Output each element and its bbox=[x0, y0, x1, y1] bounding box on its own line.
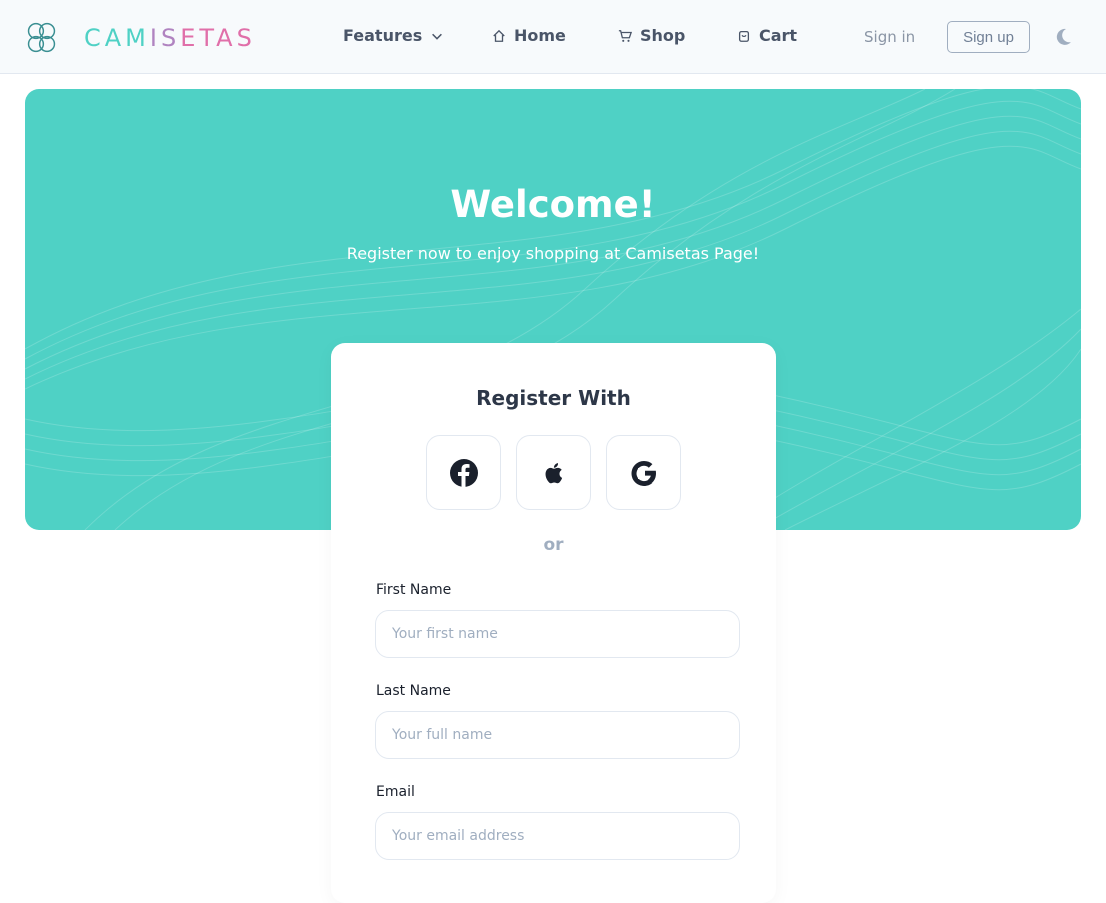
nav-cart[interactable]: Cart bbox=[737, 26, 797, 45]
register-title: Register With bbox=[476, 386, 631, 410]
last-name-label: Last Name bbox=[376, 683, 451, 699]
brand-logo[interactable]: CAMISETAS bbox=[23, 19, 252, 56]
bag-icon bbox=[738, 30, 750, 42]
hero-title: Welcome! bbox=[450, 183, 656, 226]
home-icon bbox=[493, 29, 505, 42]
facebook-button[interactable] bbox=[426, 435, 501, 510]
logo-icon bbox=[27, 22, 56, 53]
google-icon bbox=[631, 460, 656, 486]
nav-shop-label: Shop bbox=[640, 26, 686, 45]
nav-home-label: Home bbox=[514, 26, 566, 45]
nav-home[interactable]: Home bbox=[492, 26, 566, 45]
apple-button[interactable] bbox=[516, 435, 591, 510]
last-name-input[interactable] bbox=[375, 711, 740, 759]
cart-icon bbox=[618, 29, 632, 42]
moon-icon[interactable] bbox=[1053, 27, 1073, 47]
register-card: Register With or First Name Last Name Em… bbox=[331, 343, 776, 903]
nav-features-label: Features bbox=[343, 26, 423, 45]
nav-shop[interactable]: Shop bbox=[618, 26, 685, 45]
first-name-label: First Name bbox=[376, 582, 452, 598]
nav-cart-label: Cart bbox=[759, 26, 798, 45]
facebook-icon bbox=[449, 458, 478, 487]
first-name-input[interactable] bbox=[375, 610, 740, 658]
or-divider: or bbox=[543, 535, 564, 555]
apple-icon bbox=[545, 462, 562, 483]
email-input[interactable] bbox=[375, 812, 740, 860]
brand-name-part2: IS bbox=[149, 24, 181, 52]
brand-name: CAMISETAS bbox=[84, 24, 256, 52]
sign-in-link[interactable]: Sign in bbox=[864, 28, 915, 46]
sign-up-button[interactable]: Sign up bbox=[947, 21, 1030, 53]
nav-features[interactable]: Features bbox=[343, 26, 444, 45]
hero-subtitle: Register now to enjoy shopping at Camise… bbox=[346, 244, 760, 263]
chevron-down-icon bbox=[432, 33, 443, 40]
google-button[interactable] bbox=[606, 435, 681, 510]
top-navbar: CAMISETAS Features Home Shop Cart Sign i… bbox=[0, 0, 1106, 74]
brand-name-part1: CAM bbox=[84, 24, 150, 52]
email-label: Email bbox=[376, 784, 415, 800]
brand-name-part3: ETAS bbox=[180, 24, 256, 52]
